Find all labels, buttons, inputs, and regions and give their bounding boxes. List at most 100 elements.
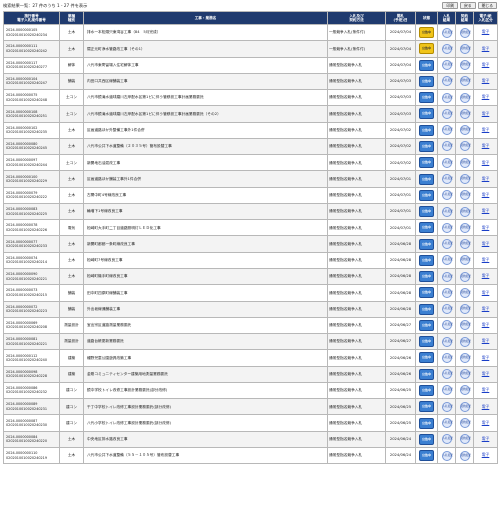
electronic-bid-link[interactable]: 電子 <box>482 29 490 34</box>
bid-result-button[interactable]: 入札結果 <box>441 190 453 201</box>
bid-result-button[interactable]: 入札結果 <box>441 206 453 217</box>
bid-result-button[interactable]: 入札結果 <box>441 76 453 87</box>
bid-result-button[interactable]: 入札結果 <box>441 271 453 282</box>
bid-result-button[interactable]: 入札結果 <box>441 401 453 412</box>
status-badge[interactable]: 公告中 <box>419 75 434 87</box>
contract-result-button[interactable]: 契約結果 <box>459 27 471 38</box>
bid-result-button[interactable]: 入札結果 <box>441 336 453 347</box>
electronic-bid-link[interactable]: 電子 <box>482 322 490 327</box>
status-badge[interactable]: 公告中 <box>419 336 434 348</box>
contract-result-button[interactable]: 契約結果 <box>459 108 471 119</box>
electronic-bid-link[interactable]: 電子 <box>482 290 490 295</box>
contract-result-button[interactable]: 契約結果 <box>459 157 471 168</box>
contract-result-button[interactable]: 契約結果 <box>459 369 471 380</box>
status-badge[interactable]: 公告中 <box>419 92 434 104</box>
contract-result-button[interactable]: 契約結果 <box>459 385 471 396</box>
status-badge[interactable]: 公告中 <box>419 108 434 120</box>
bid-result-button[interactable]: 入札結果 <box>441 418 453 428</box>
status-badge[interactable]: 公告中 <box>419 384 434 396</box>
contract-result-button[interactable]: 契約結果 <box>459 239 471 250</box>
bid-result-button[interactable]: 入札結果 <box>441 369 453 380</box>
status-badge[interactable]: 公告中 <box>419 303 434 315</box>
electronic-bid-link[interactable]: 電子 <box>482 371 490 376</box>
electronic-bid-link[interactable]: 電子 <box>482 355 490 360</box>
contract-result-button[interactable]: 契約結果 <box>459 255 471 266</box>
electronic-bid-link[interactable]: 電子 <box>482 306 490 311</box>
contract-result-button[interactable]: 契約結果 <box>459 352 471 363</box>
status-badge[interactable]: 公告中 <box>419 140 434 152</box>
status-badge[interactable]: 公告中 <box>419 124 434 136</box>
contract-result-button[interactable]: 契約結果 <box>459 43 471 54</box>
status-badge[interactable]: 公告中 <box>419 238 434 250</box>
status-badge[interactable]: 公告中 <box>419 433 434 445</box>
contract-result-button[interactable]: 契約結果 <box>459 206 471 217</box>
electronic-bid-link[interactable]: 電子 <box>482 257 490 262</box>
print-button[interactable]: 印刷 <box>442 2 459 9</box>
contract-result-button[interactable]: 契約結果 <box>459 434 471 445</box>
status-badge[interactable]: 公告中 <box>419 271 434 283</box>
bid-result-button[interactable]: 入札結果 <box>441 125 453 136</box>
electronic-bid-link[interactable]: 電子 <box>482 208 490 213</box>
electronic-bid-link[interactable]: 電子 <box>482 338 490 343</box>
status-badge[interactable]: 公告中 <box>419 417 434 429</box>
contract-result-button[interactable]: 契約結果 <box>459 92 471 103</box>
bid-result-button[interactable]: 入札結果 <box>441 43 453 54</box>
bid-result-button[interactable]: 入札結果 <box>441 434 453 445</box>
status-badge[interactable]: 公告中 <box>419 319 434 331</box>
bid-result-button[interactable]: 入札結果 <box>441 92 453 103</box>
bid-result-button[interactable]: 入札結果 <box>441 320 453 331</box>
bid-result-button[interactable]: 入札結果 <box>441 239 453 250</box>
bid-result-button[interactable]: 入札結果 <box>441 385 453 396</box>
status-badge[interactable]: 公告中 <box>419 206 434 218</box>
electronic-bid-link[interactable]: 電子 <box>482 143 490 148</box>
electronic-bid-link[interactable]: 電子 <box>482 111 490 116</box>
status-badge[interactable]: 公告中 <box>419 368 434 380</box>
bid-result-button[interactable]: 入札結果 <box>441 174 453 185</box>
close-button[interactable]: 閉じる <box>477 2 497 9</box>
bid-result-button[interactable]: 入札結果 <box>441 450 453 461</box>
electronic-bid-link[interactable]: 電子 <box>482 241 490 246</box>
contract-result-button[interactable]: 契約結果 <box>459 320 471 331</box>
electronic-bid-link[interactable]: 電子 <box>482 452 490 457</box>
status-badge[interactable]: 公告中 <box>419 287 434 299</box>
electronic-bid-link[interactable]: 電子 <box>482 127 490 132</box>
electronic-bid-link[interactable]: 電子 <box>482 387 490 392</box>
contract-result-button[interactable]: 契約結果 <box>459 174 471 185</box>
status-badge[interactable]: 公告中 <box>419 157 434 169</box>
status-badge[interactable]: 公告中 <box>419 189 434 201</box>
electronic-bid-link[interactable]: 電子 <box>482 46 490 51</box>
contract-result-button[interactable]: 契約結果 <box>459 190 471 201</box>
electronic-bid-link[interactable]: 電子 <box>482 62 490 67</box>
bid-result-button[interactable]: 入札結果 <box>441 157 453 168</box>
bid-result-button[interactable]: 入札結果 <box>441 222 453 233</box>
status-badge[interactable]: 公告中 <box>419 352 434 364</box>
bid-result-button[interactable]: 入札結果 <box>441 141 453 152</box>
bid-result-button[interactable]: 入札結果 <box>441 352 453 363</box>
contract-result-button[interactable]: 契約結果 <box>459 336 471 347</box>
contract-result-button[interactable]: 契約結果 <box>459 125 471 136</box>
electronic-bid-link[interactable]: 電子 <box>482 273 490 278</box>
status-badge[interactable]: 公告中 <box>419 59 434 71</box>
status-badge[interactable]: 公告中 <box>419 401 434 413</box>
contract-result-button[interactable]: 契約結果 <box>459 222 471 233</box>
electronic-bid-link[interactable]: 電子 <box>482 160 490 165</box>
contract-result-button[interactable]: 契約結果 <box>459 418 471 428</box>
electronic-bid-link[interactable]: 電子 <box>482 78 490 83</box>
contract-result-button[interactable]: 契約結果 <box>459 60 471 71</box>
contract-result-button[interactable]: 契約結果 <box>459 271 471 282</box>
electronic-bid-link[interactable]: 電子 <box>482 192 490 197</box>
contract-result-button[interactable]: 契約結果 <box>459 141 471 152</box>
status-badge[interactable]: 公告中 <box>419 173 434 185</box>
electronic-bid-link[interactable]: 電子 <box>482 94 490 99</box>
bid-result-button[interactable]: 入札結果 <box>441 304 453 315</box>
status-badge[interactable]: 公告中 <box>419 254 434 266</box>
back-button[interactable]: 戻る <box>460 2 476 9</box>
contract-result-button[interactable]: 契約結果 <box>459 304 471 315</box>
electronic-bid-link[interactable]: 電子 <box>482 225 490 230</box>
electronic-bid-link[interactable]: 電子 <box>482 176 490 181</box>
status-badge[interactable]: 公告中 <box>419 43 434 55</box>
bid-result-button[interactable]: 入札結果 <box>441 108 453 119</box>
electronic-bid-link[interactable]: 電子 <box>482 420 490 425</box>
bid-result-button[interactable]: 入札結果 <box>441 60 453 71</box>
status-badge[interactable]: 公告中 <box>419 27 434 39</box>
